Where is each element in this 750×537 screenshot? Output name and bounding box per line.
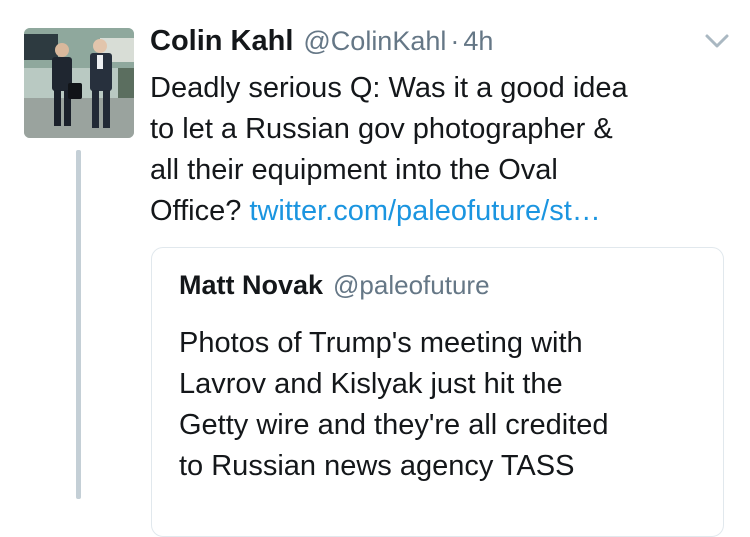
tweet-text-line: Deadly serious Q: Was it a good idea <box>150 72 628 104</box>
thread-line <box>76 150 81 499</box>
timestamp[interactable]: 4h <box>463 26 493 57</box>
quoted-tweet-header: Matt Novak @paleofuture <box>179 270 490 301</box>
quoted-author-handle: @paleofuture <box>333 270 490 300</box>
separator-dot: · <box>450 26 460 56</box>
tweet-text-prefix: Office? <box>150 195 250 227</box>
avatar[interactable] <box>24 28 134 138</box>
tweet-text-line: to let a Russian gov photographer & <box>150 113 613 145</box>
quoted-text-line: Photos of Trump's meeting with <box>179 327 583 359</box>
tweet-text-line-last: Office? twitter.com/paleofuture/st… <box>150 191 730 232</box>
author-name[interactable]: Colin Kahl <box>150 25 293 58</box>
quoted-text-line: to Russian news agency TASS <box>179 450 575 482</box>
avatar-photo <box>24 28 134 138</box>
quoted-tweet-text: Photos of Trump's meeting with Lavrov an… <box>179 323 709 487</box>
tweet[interactable]: Colin Kahl @ColinKahl · 4h Deadly seriou… <box>0 0 750 537</box>
quoted-text-line: Getty wire and they're all credited <box>179 409 609 441</box>
chevron-down-icon[interactable] <box>704 32 730 50</box>
tweet-link[interactable]: twitter.com/paleofuture/st… <box>249 195 600 227</box>
tweet-header: Colin Kahl @ColinKahl · 4h <box>150 25 493 65</box>
quoted-text-line: Lavrov and Kislyak just hit the <box>179 368 563 400</box>
quoted-author-name: Matt Novak <box>179 270 324 300</box>
quoted-tweet[interactable]: Matt Novak @paleofuture Photos of Trump'… <box>151 247 724 537</box>
tweet-text: Deadly serious Q: Was it a good idea to … <box>150 68 730 232</box>
tweet-text-line: all their equipment into the Oval <box>150 154 558 186</box>
author-handle[interactable]: @ColinKahl <box>303 26 446 57</box>
